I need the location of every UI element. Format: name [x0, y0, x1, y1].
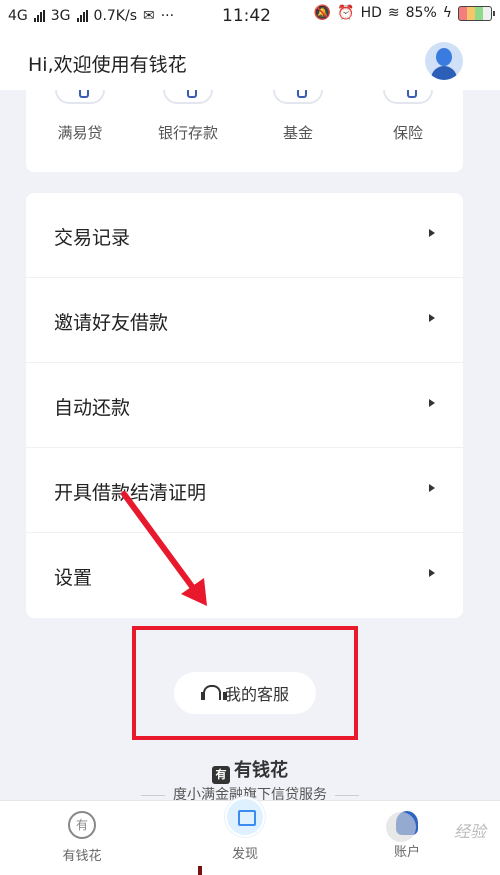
- mute-icon: 🔕: [313, 5, 332, 21]
- battery-icon: [458, 5, 495, 21]
- quick-actions-card: 满易贷 银行存款 基金 保险: [26, 90, 463, 172]
- chevron-right-icon: [429, 314, 435, 322]
- avatar-head-shape: [436, 48, 452, 66]
- quick-action-bank-deposit[interactable]: 银行存款: [138, 90, 238, 143]
- quick-action-fund[interactable]: 基金: [248, 90, 348, 143]
- brand-block: 有有钱花: [0, 756, 500, 784]
- quick-action-loan[interactable]: 满易贷: [30, 90, 130, 143]
- bank-icon: [163, 90, 213, 104]
- quick-action-label: 基金: [282, 124, 313, 142]
- network-speed: 0.7K/s: [93, 8, 137, 24]
- loan-icon: [55, 90, 105, 104]
- menu-item-label: 开具借款结清证明: [54, 482, 207, 504]
- menu-item-label: 自动还款: [54, 397, 131, 419]
- menu-item-transaction-records[interactable]: 交易记录: [26, 193, 463, 278]
- wifi-icon: ≋: [387, 5, 400, 21]
- nav-tab-label: 有钱花: [62, 849, 102, 864]
- charging-icon: ϟ: [442, 5, 452, 21]
- status-right: 🔕 ⏰ HD ≋ 85% ϟ: [313, 5, 495, 21]
- network-4g-label: 4G: [8, 8, 28, 24]
- quick-action-label: 保险: [392, 124, 423, 142]
- nav-tab-label: 账户: [393, 845, 420, 860]
- edge-mark: [198, 866, 202, 875]
- menu-item-settlement-certificate[interactable]: 开具借款结清证明: [26, 448, 463, 533]
- more-dots: ···: [160, 8, 175, 24]
- fund-icon: [273, 90, 323, 104]
- watermark-paw-icon: [386, 812, 416, 842]
- chevron-right-icon: [429, 399, 435, 407]
- watermark-text: 经验: [453, 822, 486, 841]
- bottom-nav: 有 有钱花 发现 账户: [0, 797, 500, 875]
- wechat-icon: ✉: [143, 8, 155, 24]
- hd-label: HD: [360, 5, 382, 21]
- avatar[interactable]: [425, 42, 463, 80]
- battery-percent: 85%: [405, 5, 437, 21]
- greeting-title: Hi,欢迎使用有钱花: [28, 54, 187, 76]
- quick-action-insurance[interactable]: 保险: [358, 90, 458, 143]
- menu-card: 交易记录 邀请好友借款 自动还款 开具借款结清证明 设置: [26, 193, 463, 618]
- divider: [141, 794, 165, 796]
- signal-icon: [33, 10, 45, 22]
- network-3g-label: 3G: [50, 8, 71, 24]
- chevron-right-icon: [429, 569, 435, 577]
- menu-item-auto-repay[interactable]: 自动还款: [26, 363, 463, 448]
- insurance-icon: [383, 90, 433, 104]
- avatar-body-shape: [431, 66, 457, 80]
- alarm-icon: ⏰: [337, 5, 355, 21]
- annotation-highlight-box: [132, 626, 358, 740]
- gift-icon: [225, 797, 265, 837]
- signal-icon: [76, 10, 88, 22]
- brand-logo-icon: 有: [212, 766, 230, 784]
- youqianhua-icon: 有: [68, 811, 96, 839]
- divider: [335, 794, 359, 796]
- nav-tab-youqianhua[interactable]: 有 有钱花: [27, 801, 137, 864]
- status-left: 4G 3G 0.7K/s ✉ ···: [8, 8, 174, 24]
- menu-item-label: 交易记录: [54, 227, 131, 249]
- quick-action-label: 满易贷: [57, 124, 103, 142]
- clock: 11:42: [222, 6, 271, 26]
- menu-item-label: 设置: [54, 567, 93, 589]
- quick-action-label: 银行存款: [157, 124, 218, 142]
- nav-tab-discover[interactable]: 发现: [190, 797, 300, 862]
- menu-item-label: 邀请好友借款: [54, 312, 169, 334]
- chevron-right-icon: [429, 484, 435, 492]
- menu-item-invite-friends[interactable]: 邀请好友借款: [26, 278, 463, 363]
- status-bar: 4G 3G 0.7K/s ✉ ··· 11:42 🔕 ⏰ HD ≋ 85% ϟ: [0, 0, 500, 32]
- brand-name: 有钱花: [234, 760, 288, 781]
- nav-tab-label: 发现: [231, 847, 258, 862]
- chevron-right-icon: [429, 229, 435, 237]
- menu-item-settings[interactable]: 设置: [26, 533, 463, 618]
